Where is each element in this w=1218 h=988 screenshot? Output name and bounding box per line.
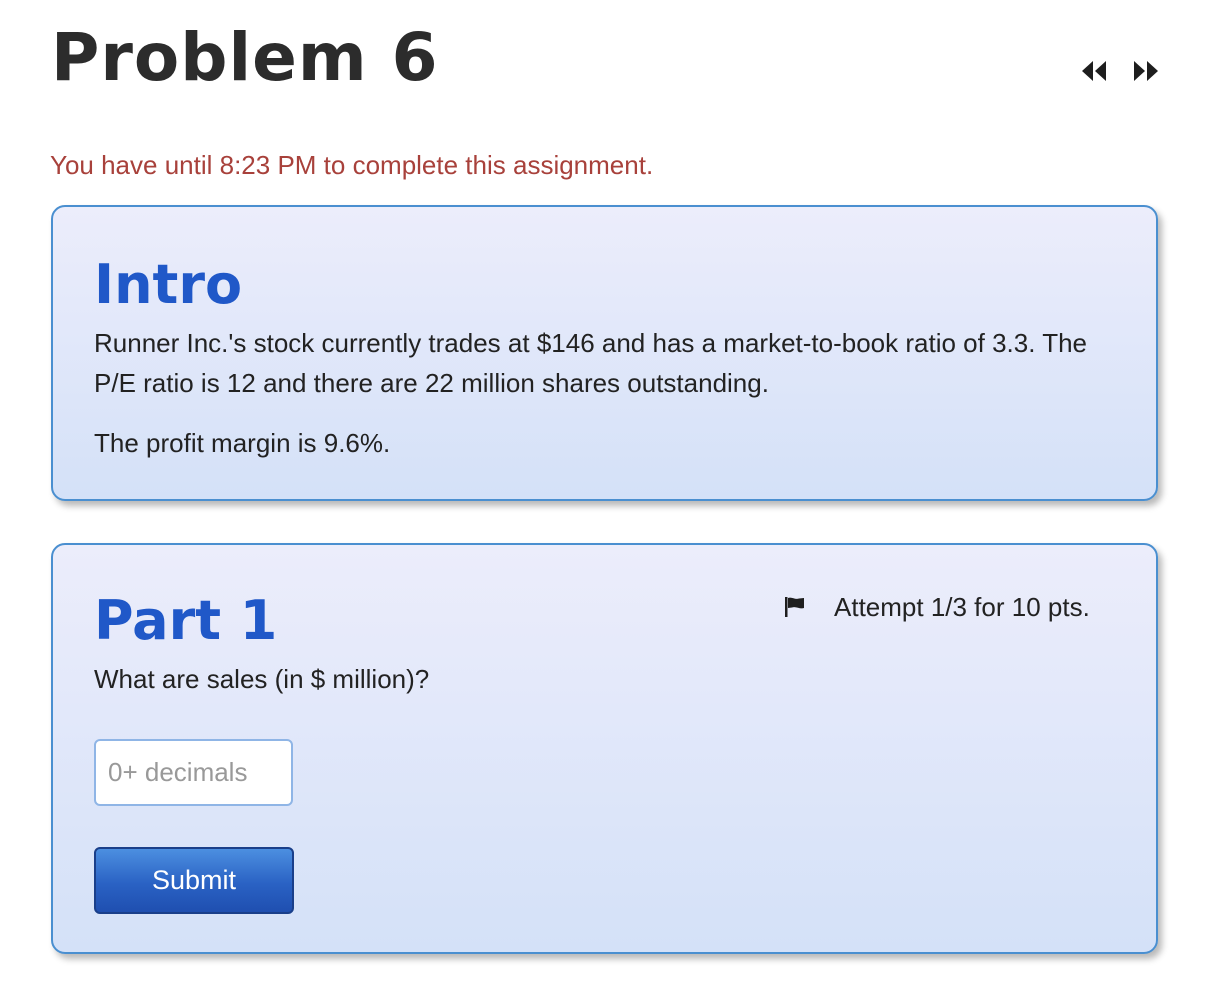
attempt-info: Attempt 1/3 for 10 pts. — [784, 589, 1090, 625]
intro-paragraph: The profit margin is 9.6%. — [94, 428, 391, 458]
intro-paragraph: Runner Inc.'s stock currently trades at … — [94, 328, 1088, 398]
next-problem-button[interactable] — [1132, 58, 1160, 84]
submit-button[interactable]: Submit — [94, 847, 294, 914]
intro-card: Intro Runner Inc.'s stock currently trad… — [51, 205, 1158, 501]
double-chevron-right-icon — [1134, 61, 1158, 81]
problem-navigation — [1080, 58, 1162, 84]
previous-problem-button[interactable] — [1080, 58, 1108, 84]
part-heading: Part 1 — [94, 589, 278, 652]
double-chevron-left-icon — [1082, 61, 1106, 81]
flag-icon[interactable] — [784, 596, 806, 618]
page-title: Problem 6 — [51, 19, 439, 96]
intro-heading: Intro — [94, 253, 243, 316]
assignment-page: Problem 6 You have until 8:23 PM to comp… — [0, 0, 1218, 988]
deadline-notice: You have until 8:23 PM to complete this … — [50, 150, 654, 180]
question-text: What are sales (in $ million)? — [94, 664, 430, 694]
attempt-counter: Attempt 1/3 for 10 pts. — [834, 592, 1090, 622]
answer-input[interactable] — [94, 739, 293, 806]
part-1-card: Part 1 Attempt 1/3 for 10 pts. What are … — [51, 543, 1158, 954]
